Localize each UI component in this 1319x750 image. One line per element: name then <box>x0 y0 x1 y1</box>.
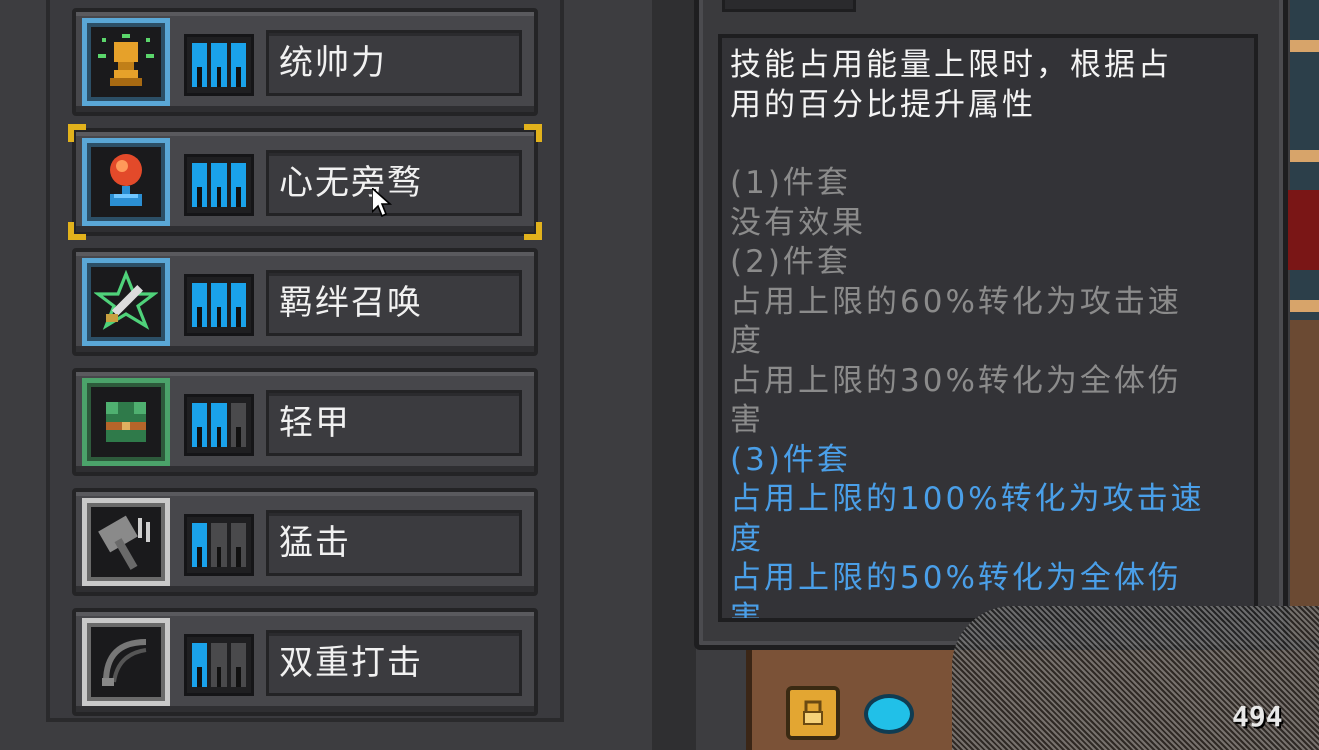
level-pips <box>184 394 254 456</box>
skill-row-selected[interactable]: 心无旁骛 <box>68 124 542 240</box>
lock-icon <box>803 700 823 725</box>
level-pip-on <box>192 163 208 207</box>
tier3-title: (3)件套 <box>730 441 851 478</box>
tooltip-top-tab <box>722 0 856 12</box>
red-orb-icon <box>82 138 170 226</box>
background-stripe <box>1290 40 1319 52</box>
level-pip-on <box>211 403 227 447</box>
background-wood <box>1290 320 1319 640</box>
level-pip-on <box>211 283 227 327</box>
skill-row[interactable]: 双重打击 <box>72 608 538 716</box>
level-pip-on <box>230 43 246 87</box>
skill-row[interactable]: 统帅力 <box>72 8 538 116</box>
level-pips <box>184 154 254 216</box>
background-stripe <box>1290 300 1319 312</box>
tier3-line: 度 <box>730 520 764 557</box>
gem-icon[interactable] <box>864 694 914 734</box>
level-pip-on <box>192 523 208 567</box>
level-pip-off <box>230 643 246 687</box>
level-pip-off <box>211 643 227 687</box>
tier2-line: 占用上限的60%转化为攻击速 <box>730 283 1182 320</box>
tier2-line: 害 <box>730 402 764 438</box>
tier1-title: (1)件套 <box>730 165 851 201</box>
double-strike-icon <box>82 618 170 706</box>
skill-name: 羁绊召唤 <box>266 270 522 336</box>
level-pip-on <box>192 403 208 447</box>
selection-corner <box>68 222 86 240</box>
level-pip-on <box>211 163 227 207</box>
panel-divider <box>652 0 696 750</box>
skill-name: 统帅力 <box>266 30 522 96</box>
tier3-line: 占用上限的50%转化为全体伤 <box>730 560 1182 596</box>
tier2-line: 占用上限的30%转化为全体伤 <box>730 362 1182 399</box>
tier3-line: 占用上限的100%转化为攻击速 <box>730 481 1205 517</box>
level-pips <box>184 634 254 696</box>
level-pip-off <box>211 523 227 567</box>
coin-count: 494 <box>1232 700 1283 733</box>
skill-name: 双重打击 <box>266 630 522 696</box>
skill-name: 轻甲 <box>266 390 522 456</box>
skill-tooltip-content[interactable]: 技能占用能量上限时，根据占 用的百分比提升属性 (1)件套 没有效果 (2)件套… <box>718 34 1258 622</box>
skill-screen: 统帅力 心无旁骛 羁绊召唤 轻甲 猛击 双重打击 技能占用能量上限时，根据占 用… <box>0 0 1319 750</box>
selection-corner <box>524 124 542 142</box>
hammer-icon <box>82 498 170 586</box>
selection-corner <box>524 222 542 240</box>
level-pips <box>184 34 254 96</box>
level-pip-off <box>230 523 246 567</box>
level-pip-on <box>192 643 208 687</box>
selection-corner <box>68 124 86 142</box>
tier2-line: 度 <box>730 323 764 359</box>
tooltip-description-line: 技能占用能量上限时，根据占 <box>730 47 1172 83</box>
level-pip-on <box>192 283 208 327</box>
tier1-line: 没有效果 <box>730 204 866 241</box>
skill-row[interactable]: 羁绊召唤 <box>72 248 538 356</box>
background-red-block <box>1288 190 1319 270</box>
tooltip-description-line: 用的百分比提升属性 <box>730 86 1036 123</box>
level-pips <box>184 514 254 576</box>
skill-name: 心无旁骛 <box>266 150 522 216</box>
tier2-title: (2)件套 <box>730 244 851 280</box>
level-pips <box>184 274 254 336</box>
level-pip-on <box>230 163 246 207</box>
trophy-icon <box>82 18 170 106</box>
mouse-cursor-icon <box>372 188 393 218</box>
skill-name: 猛击 <box>266 510 522 576</box>
level-pip-on <box>230 283 246 327</box>
skill-row[interactable]: 猛击 <box>72 488 538 596</box>
level-pip-off <box>230 403 246 447</box>
lock-button[interactable] <box>786 686 840 740</box>
light-armor-icon <box>82 378 170 466</box>
level-pip-on <box>211 43 227 87</box>
level-pip-on <box>192 43 208 87</box>
skill-row[interactable]: 轻甲 <box>72 368 538 476</box>
star-sword-icon <box>82 258 170 346</box>
background-stripe <box>1290 150 1319 162</box>
